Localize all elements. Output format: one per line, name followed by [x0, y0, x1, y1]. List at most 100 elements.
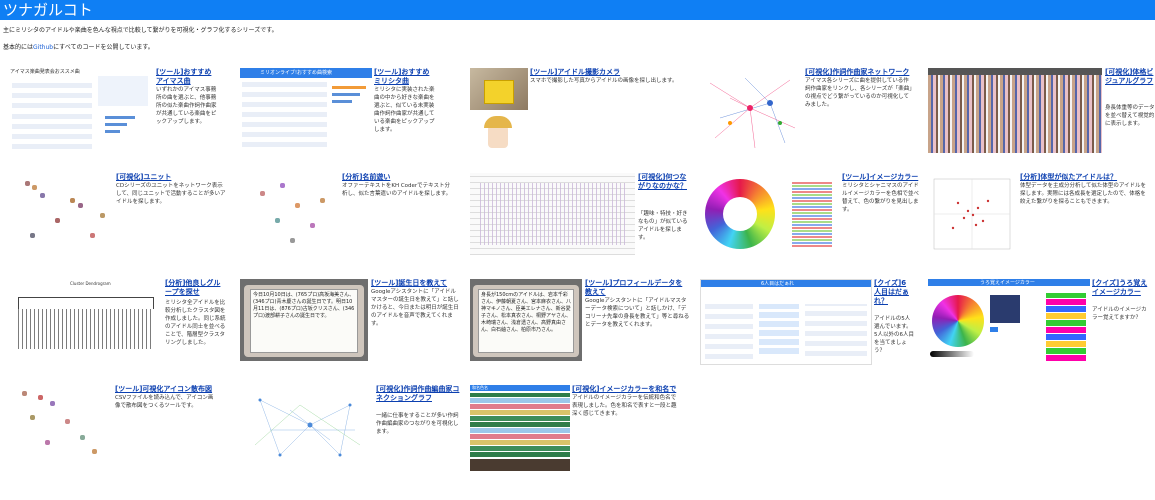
thumb-1-table — [12, 78, 92, 108]
site-title[interactable]: ツナガルコト — [0, 0, 1155, 20]
color-picker-wheel — [932, 295, 984, 347]
card-14-desc: アイドルの5人選んでいます。5人以外の6人目を当てましょう？ — [874, 316, 914, 354]
thumb-14-result — [805, 304, 867, 356]
icon-dot — [280, 183, 285, 188]
card-1-title[interactable]: [ツール]おすすめアイマス曲 — [156, 68, 218, 86]
card-4-title[interactable]: [可視化]作詞作曲家ネットワーク — [805, 68, 925, 77]
card-10-desc: 体型データを主成分分析して似た体型のアイドルを探します。実際には各成長を選定した… — [1020, 183, 1147, 205]
icon-dot — [40, 193, 45, 198]
card-17-thumbnail[interactable] — [240, 385, 372, 471]
icon-dot — [38, 395, 43, 400]
thumb-11-dendrogram — [18, 309, 154, 349]
card-16-title[interactable]: [ツール]可視化アイコン散布図 — [115, 385, 225, 394]
thumb-15-header: うろ覚えイメージカラー — [980, 280, 1035, 286]
brightness-slider — [930, 351, 974, 357]
card-11-thumbnail[interactable]: Cluster Dendrogram — [10, 279, 162, 359]
thumb-4-network — [709, 77, 796, 149]
thumb-10-scatter — [933, 178, 1011, 250]
card-5-title[interactable]: [可視化]体格ビジュアルグラフ — [1105, 68, 1155, 86]
card-11-title[interactable]: [分析]他良しグループを探せ — [165, 279, 225, 297]
card-9-thumbnail[interactable] — [700, 173, 840, 255]
thumb-13-screen: 身長が150cmのアイドルは、岩本千彩さん、伊藤朝夏さん、宮本麻衣さん、八神マキ… — [478, 289, 574, 353]
card-2-thumbnail[interactable]: ミリオンライブ!おすすめ曲検索 — [240, 68, 372, 153]
icon-dot — [290, 238, 295, 243]
card-3-thumbnail[interactable] — [470, 68, 528, 153]
tea-box-image — [484, 80, 514, 104]
icon-dot — [80, 435, 85, 440]
card-3-title[interactable]: [ツール]アイドル撮影カメラ — [530, 68, 660, 77]
icon-dot — [22, 391, 27, 396]
icon-dot — [260, 191, 265, 196]
card-17-title[interactable]: [可視化]作詞作曲編曲家コネクショングラフ — [376, 385, 461, 403]
card-15-desc: アイドルのイメージカラー覚えてますか？ — [1092, 307, 1147, 321]
card-1-thumbnail[interactable]: アイマス楽曲発表会おススメ曲 — [10, 68, 152, 153]
intro-line-2: 基本的にはGithubにすべてのコードを公開しています。 — [3, 42, 154, 51]
card-14-title[interactable]: [クイズ]6人目はだぁれ？ — [874, 279, 912, 306]
card-12-title[interactable]: [ツール]誕生日を教えて — [371, 279, 461, 288]
card-15-title[interactable]: [クイズ]うろ覚えイメージカラー — [1092, 279, 1152, 297]
intro-prefix: 基本的には — [3, 44, 34, 51]
card-18-thumbnail[interactable]: 和名色名 — [470, 385, 570, 471]
icon-dot — [90, 233, 95, 238]
icon-dot — [320, 198, 325, 203]
card-16-thumbnail[interactable] — [10, 385, 110, 465]
thumb-18-header: 和名色名 — [472, 385, 488, 390]
card-13-title[interactable]: [ツール]プロフィールデータを教えて — [585, 279, 685, 297]
card-7-thumbnail[interactable] — [240, 173, 338, 255]
card-6-thumbnail[interactable] — [10, 173, 112, 255]
card-16-desc: CSVファイルを読み込んで、アイコン画像で散布図をつくるツールです。 — [115, 395, 214, 409]
thumb-1-header: アイマス楽曲発表会おススメ曲 — [10, 69, 80, 75]
icon-dot — [65, 419, 70, 424]
thumb-18-table — [470, 393, 570, 457]
idol-icon — [990, 295, 1020, 323]
card-8-thumbnail[interactable] — [470, 173, 635, 255]
card-12-thumbnail[interactable]: 今日10月10日は、(765プロ)高坂海美さん、(346プロ)青木慶さんの誕生日… — [240, 279, 368, 361]
thumb-11-branch — [18, 297, 154, 309]
idol-hair — [484, 116, 512, 128]
card-13-desc: Googleアシスタントに「アイドルマスターデータ検索について」と話しかけ、「デ… — [585, 298, 690, 328]
card-8-desc: 「趣味・特技・好きなもの」が似ているアイドルを探します。 — [638, 211, 688, 241]
card-7-title[interactable]: [分析]名前遊い — [342, 173, 442, 182]
thumb-1-table-2 — [12, 114, 92, 149]
card-12-desc: Googleアシスタントに「アイドルマスターの誕生日を教えて」と話しかけると、今… — [371, 289, 459, 327]
icon-dot — [70, 198, 75, 203]
icon-dot — [45, 440, 50, 445]
card-2-title[interactable]: [ツール]おすすめミリシタ曲 — [374, 68, 434, 86]
card-18-title[interactable]: [可視化]イメージカラーを和名で — [572, 385, 692, 394]
thumb-2-bar — [332, 100, 352, 103]
icon-dot — [310, 223, 315, 228]
thumb-2-table — [242, 82, 327, 147]
thumb-1-bar — [105, 130, 120, 133]
card-9-title[interactable]: [ツール]イメージカラー — [842, 173, 927, 182]
card-7-desc: オファーテキストをKH Coderでテキスト分析し、似た言葉遣いのアイドルを探し… — [342, 183, 452, 197]
intro-suffix: にすべてのコードを公開しています。 — [53, 44, 154, 51]
thumb-2-bar — [332, 86, 366, 89]
card-13-thumbnail[interactable]: 身長が150cmのアイドルは、岩本千彩さん、伊藤朝夏さん、宮本麻衣さん、八神マキ… — [470, 279, 582, 361]
card-17-desc: 一緒に仕事をすることが多い作詞作曲編曲家のつながりを可視化します。 — [376, 413, 459, 435]
icon-dot — [55, 218, 60, 223]
card-15-thumbnail[interactable]: うろ覚えイメージカラー — [928, 279, 1090, 365]
card-8-title[interactable]: [可視化]何つながりなのかな？ — [638, 173, 688, 191]
card-5-desc: 身長体重等のデータを並べ替えて視覚的に表示します。 — [1105, 105, 1155, 127]
icon-dot — [30, 415, 35, 420]
card-5-thumbnail[interactable] — [928, 68, 1102, 153]
card-14-thumbnail[interactable]: 6人目はだぁれ — [700, 279, 872, 365]
thumb-1-bar — [105, 123, 127, 126]
card-9-desc: ミリシタとシャニマスのアイドルイメージカラーを色相で並べ替えて、色の繋がりを見出… — [842, 183, 919, 213]
thumb-14-list — [705, 304, 753, 359]
card-11-desc: ミリシタ全アイドルを比較分析したクラスタ図を作成しました。同じ系統のアイドル同士… — [165, 300, 226, 346]
card-10-title[interactable]: [分析]体型が似たアイドルは？ — [1020, 173, 1150, 182]
color-legend — [792, 181, 832, 247]
card-2-desc: ミリシタに実装された楽曲の中から好きな楽曲を選ぶと、似ている未実装曲作詞作曲家が… — [374, 87, 435, 133]
github-link[interactable]: Github — [33, 44, 53, 51]
card-6-desc: CDシリーズのユニットをネットワーク表示して、同じユニットで活動することが多いア… — [116, 183, 226, 205]
card-3-desc: スマホで撮影した写真からアイドルの画像を探し出します。 — [530, 78, 678, 84]
thumb-12-screen: 今日10月10日は、(765プロ)高坂海美さん、(346プロ)青木慶さんの誕生日… — [250, 289, 358, 353]
thumb-17-network — [254, 398, 361, 457]
card-10-thumbnail[interactable] — [928, 173, 1016, 255]
card-4-thumbnail[interactable] — [700, 68, 802, 153]
icon-dot — [100, 213, 105, 218]
thumb-11-caption: Cluster Dendrogram — [70, 281, 111, 286]
card-6-title[interactable]: [可視化]ユニット — [116, 173, 216, 182]
icon-dot — [32, 185, 37, 190]
